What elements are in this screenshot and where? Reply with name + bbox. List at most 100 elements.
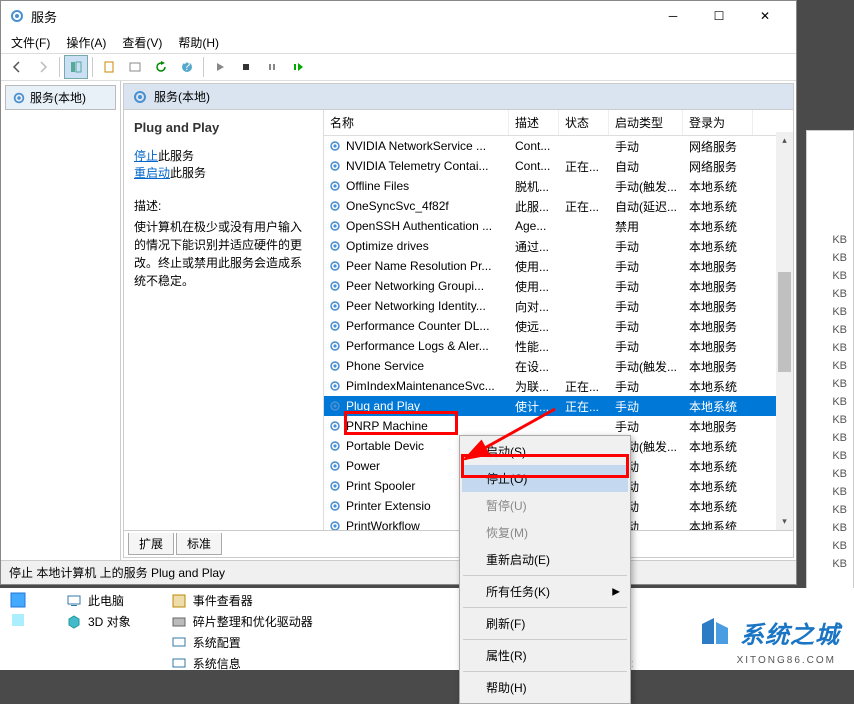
service-desc: 向对... <box>509 298 559 315</box>
service-status: 正在... <box>559 198 609 215</box>
service-row[interactable]: Phone Service在设...手动(触发...本地服务 <box>324 356 793 376</box>
icon-row[interactable] <box>10 612 26 628</box>
pause-service-button[interactable] <box>260 55 284 79</box>
service-desc: Age... <box>509 219 559 233</box>
service-row[interactable]: Peer Networking Groupi...使用...手动本地服务 <box>324 276 793 296</box>
service-row[interactable]: PNRP Machine手动本地服务 <box>324 416 793 436</box>
bg-kb: KB <box>807 231 853 249</box>
service-status: 正在... <box>559 378 609 395</box>
sysinfo[interactable]: 系统信息 <box>171 655 313 672</box>
properties-button[interactable] <box>123 55 147 79</box>
service-startup: 手动 <box>609 278 683 295</box>
site-logo: 系统之城 <box>694 612 840 652</box>
logo-subtitle: XITONG86.COM <box>737 655 836 666</box>
ctx-refresh[interactable]: 刷新(F) <box>462 610 628 637</box>
ctx-restart[interactable]: 重新启动(E) <box>462 546 628 573</box>
service-status: 正在... <box>559 158 609 175</box>
service-name: Performance Logs & Aler... <box>346 339 489 353</box>
service-row[interactable]: Performance Counter DL...使远...手动本地服务 <box>324 316 793 336</box>
tree-services-local[interactable]: 服务(本地) <box>5 85 116 110</box>
service-name: NVIDIA Telemetry Contai... <box>346 159 489 173</box>
tab-standard[interactable]: 标准 <box>176 533 222 555</box>
refresh-button[interactable] <box>149 55 173 79</box>
desc-label: 描述: <box>134 197 313 214</box>
stop-service-button[interactable] <box>234 55 258 79</box>
service-row[interactable]: Peer Networking Identity...向对...手动本地服务 <box>324 296 793 316</box>
service-row[interactable]: OneSyncSvc_4f82f此服...正在...自动(延迟...本地系统 <box>324 196 793 216</box>
service-row[interactable]: PimIndexMaintenanceSvc...为联...正在...手动本地系… <box>324 376 793 396</box>
restart-link[interactable]: 重启动 <box>134 166 170 180</box>
col-startup[interactable]: 启动类型 <box>609 110 683 135</box>
service-name: Phone Service <box>346 359 424 373</box>
service-row[interactable]: NVIDIA NetworkService ...Cont...手动网络服务 <box>324 136 793 156</box>
service-desc: 此服... <box>509 198 559 215</box>
main-header-title: 服务(本地) <box>154 88 210 105</box>
service-name: NVIDIA NetworkService ... <box>346 139 486 153</box>
start-service-button[interactable] <box>208 55 232 79</box>
scroll-down-icon[interactable]: ▾ <box>776 513 793 530</box>
service-desc: 性能... <box>509 338 559 355</box>
service-name: OpenSSH Authentication ... <box>346 219 492 233</box>
menu-help[interactable]: 帮助(H) <box>172 32 225 53</box>
minimize-button[interactable]: ─ <box>650 1 696 31</box>
service-logon: 本地系统 <box>683 438 753 455</box>
ctx-start[interactable]: 启动(S) <box>462 438 628 465</box>
col-desc[interactable]: 描述 <box>509 110 559 135</box>
3d-objects[interactable]: 3D 对象 <box>66 613 131 630</box>
restart-service-button[interactable] <box>286 55 310 79</box>
service-name: Peer Name Resolution Pr... <box>346 259 491 273</box>
col-name[interactable]: 名称 <box>324 110 509 135</box>
defrag[interactable]: 碎片整理和优化驱动器 <box>171 613 313 630</box>
col-status[interactable]: 状态 <box>559 110 609 135</box>
service-row[interactable]: Optimize drives通过...手动本地系统 <box>324 236 793 256</box>
service-row[interactable]: Plug and Play使计...正在...手动本地系统 <box>324 396 793 416</box>
service-row[interactable]: OpenSSH Authentication ...Age...禁用本地系统 <box>324 216 793 236</box>
service-row[interactable]: Performance Logs & Aler...性能...手动本地服务 <box>324 336 793 356</box>
help-button[interactable]: ? <box>175 55 199 79</box>
stop-suffix: 此服务 <box>158 149 194 163</box>
ctx-help[interactable]: 帮助(H) <box>462 674 628 701</box>
show-hide-button[interactable] <box>64 55 88 79</box>
ctx-stop[interactable]: 停止(O) <box>462 465 628 492</box>
service-name: Peer Networking Groupi... <box>346 279 484 293</box>
scroll-thumb[interactable] <box>778 272 791 372</box>
close-button[interactable]: ✕ <box>742 1 788 31</box>
service-desc: 使用... <box>509 278 559 295</box>
desc-text: 使计算机在极少或没有用户输入的情况下能识别并适应硬件的更改。终止或禁用此服务会造… <box>134 218 313 290</box>
back-button[interactable] <box>5 55 29 79</box>
menubar: 文件(F) 操作(A) 查看(V) 帮助(H) <box>1 31 796 53</box>
service-row[interactable]: Peer Name Resolution Pr...使用...手动本地服务 <box>324 256 793 276</box>
icon-row[interactable] <box>10 592 26 608</box>
ctx-all-tasks[interactable]: 所有任务(K)▶ <box>462 578 628 605</box>
restart-suffix: 此服务 <box>170 166 206 180</box>
vertical-scrollbar[interactable]: ▴ ▾ <box>776 132 793 530</box>
service-row[interactable]: NVIDIA Telemetry Contai...Cont...正在...自动… <box>324 156 793 176</box>
menu-action[interactable]: 操作(A) <box>60 32 112 53</box>
maximize-button[interactable]: ☐ <box>696 1 742 31</box>
service-startup: 手动(触发... <box>609 358 683 375</box>
export-button[interactable] <box>97 55 121 79</box>
menu-view[interactable]: 查看(V) <box>116 32 168 53</box>
service-desc: 脱机... <box>509 178 559 195</box>
service-row[interactable]: Offline Files脱机...手动(触发...本地系统 <box>324 176 793 196</box>
ctx-properties[interactable]: 属性(R) <box>462 642 628 669</box>
svg-text:?: ? <box>184 60 191 73</box>
this-pc[interactable]: 此电脑 <box>66 592 131 609</box>
event-viewer[interactable]: 事件查看器 <box>171 592 313 609</box>
logo-text: 系统之城 <box>740 615 840 650</box>
sysconfig[interactable]: 系统配置 <box>171 634 313 651</box>
titlebar: 服务 ─ ☐ ✕ <box>1 1 796 31</box>
service-name: Performance Counter DL... <box>346 319 489 333</box>
chevron-right-icon: ▶ <box>612 586 620 597</box>
tab-extended[interactable]: 扩展 <box>128 533 174 555</box>
menu-file[interactable]: 文件(F) <box>5 32 56 53</box>
col-logon[interactable]: 登录为 <box>683 110 753 135</box>
service-name: Portable Devic <box>346 439 424 453</box>
service-startup: 手动 <box>609 378 683 395</box>
forward-button[interactable] <box>31 55 55 79</box>
service-startup: 手动 <box>609 338 683 355</box>
service-name: Print Spooler <box>346 479 415 493</box>
services-app-icon <box>9 8 25 24</box>
scroll-up-icon[interactable]: ▴ <box>776 132 793 149</box>
stop-link[interactable]: 停止 <box>134 149 158 163</box>
